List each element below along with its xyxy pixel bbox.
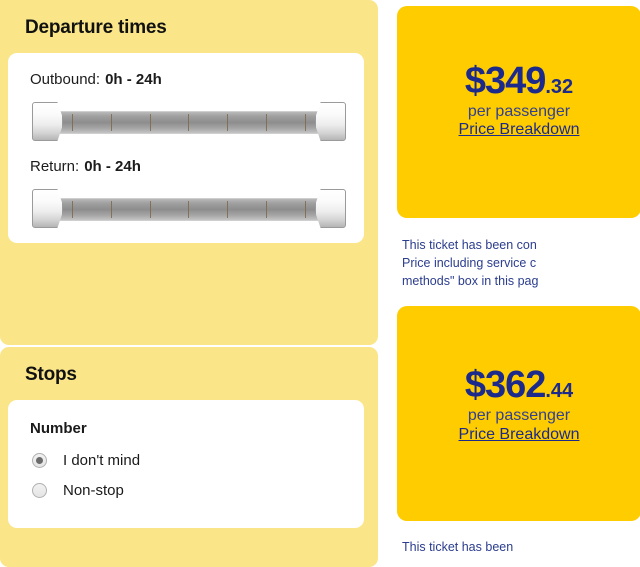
stops-number-subheading: Number [30, 420, 87, 437]
ticket-note-line: This ticket has been con [402, 238, 537, 252]
result-price-cents: .44 [545, 380, 574, 403]
result-price-cents: .32 [545, 76, 574, 98]
stops-option-label: I don't mind [63, 452, 141, 469]
return-slider-ticks [47, 199, 331, 220]
return-value-text: 0h - 24h [84, 158, 141, 175]
return-range-slider[interactable] [32, 189, 346, 228]
outbound-range-slider[interactable] [32, 102, 346, 141]
departure-times-heading: Departure times [25, 17, 167, 38]
outbound-value-text: 0h - 24h [105, 71, 162, 88]
return-slider-max-handle[interactable] [315, 189, 346, 228]
stops-option-non-stop[interactable]: Non-stop [8, 482, 364, 499]
result-ticket-note: This ticket has been [402, 538, 640, 556]
outbound-slider-min-handle[interactable] [32, 102, 63, 141]
result-ticket-note: This ticket has been con Price including… [402, 236, 640, 290]
outbound-slider-track[interactable] [47, 111, 331, 134]
price-breakdown-link[interactable]: Price Breakdown [459, 121, 580, 139]
return-slider-track[interactable] [47, 198, 331, 221]
outbound-slider-max-handle[interactable] [315, 102, 346, 141]
radio-selected-icon[interactable] [32, 453, 47, 468]
outbound-slider-label: Outbound: 0h - 24h [8, 71, 364, 88]
outbound-slider-ticks [47, 112, 331, 133]
result-price-dollars: $362 [464, 364, 547, 407]
outbound-label-text: Outbound: [30, 71, 101, 88]
filters-sidebar: Departure times Outbound: 0h - 24h Return… [0, 0, 378, 567]
price-breakdown-link[interactable]: Price Breakdown [459, 426, 580, 444]
departure-times-card: Outbound: 0h - 24h Return: 0h - 24h [8, 53, 364, 243]
return-label-text: Return: [30, 158, 80, 175]
result-price-box[interactable]: $362.44 per passenger Price Breakdown [397, 306, 640, 522]
result-price: $349.32 [397, 58, 640, 100]
stops-heading: Stops [25, 364, 77, 385]
stops-card: Number I don't mind Non-stop [8, 400, 364, 528]
return-slider-label: Return: 0h - 24h [8, 158, 364, 175]
radio-unselected-icon[interactable] [32, 483, 47, 498]
result-per-passenger-label: per passenger [467, 103, 571, 120]
result-price: $362.44 [397, 362, 640, 404]
ticket-note-line: methods" box in this pag [402, 274, 539, 289]
return-slider-min-handle[interactable] [32, 189, 63, 228]
stops-panel: Stops Number I don't mind Non-stop [0, 347, 378, 567]
ticket-note-line: Price including service c [402, 256, 537, 271]
departure-times-panel: Departure times Outbound: 0h - 24h Return… [0, 0, 378, 345]
result-price-dollars: $349 [464, 60, 547, 102]
results-column: $349.32 per passenger Price Breakdown Th… [378, 0, 640, 567]
result-price-box[interactable]: $349.32 per passenger Price Breakdown [397, 6, 640, 218]
stops-option-i-dont-mind[interactable]: I don't mind [8, 452, 364, 469]
ticket-note-line: This ticket has been [402, 540, 514, 555]
stops-option-label: Non-stop [63, 482, 124, 499]
result-per-passenger-label: per passenger [467, 407, 571, 425]
